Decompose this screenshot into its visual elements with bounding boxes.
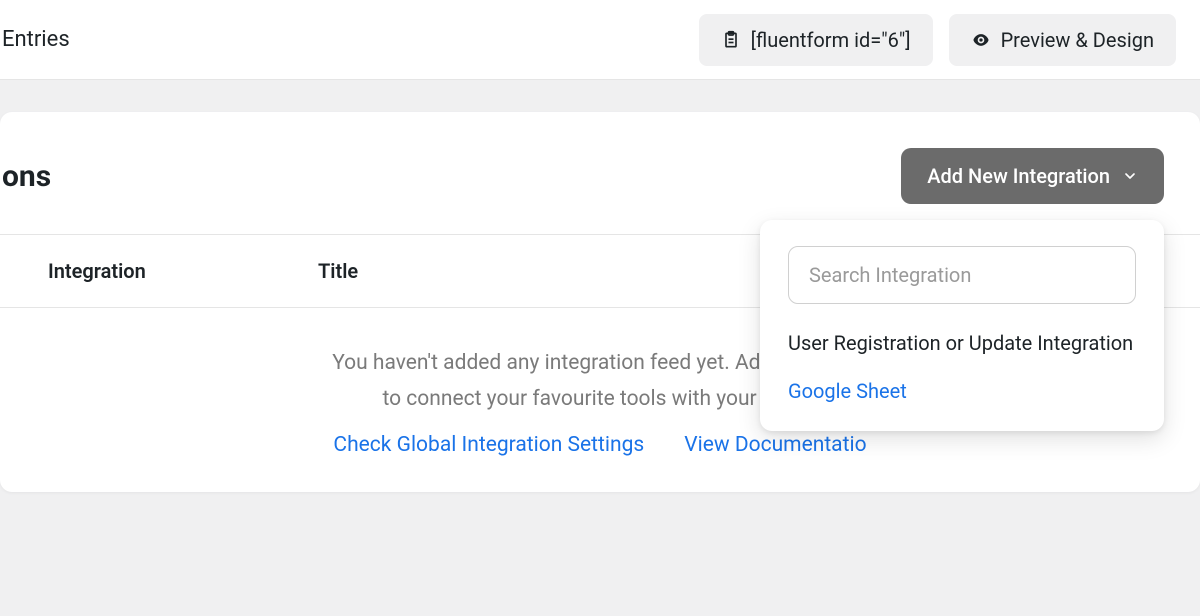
column-header-integration: Integration — [0, 259, 270, 283]
dropdown-item-google-sheet[interactable]: Google Sheet — [788, 379, 1136, 403]
preview-design-button[interactable]: Preview & Design — [949, 14, 1176, 66]
shortcode-text: [fluentform id="6"] — [751, 28, 911, 52]
add-new-integration-label: Add New Integration — [927, 164, 1110, 188]
add-new-integration-button[interactable]: Add New Integration — [901, 148, 1164, 204]
global-integration-settings-link[interactable]: Check Global Integration Settings — [333, 433, 644, 457]
view-documentation-link[interactable]: View Documentatio — [684, 433, 866, 457]
panel-header: ons Add New Integration — [0, 112, 1200, 234]
integration-dropdown: User Registration or Update Integration … — [760, 220, 1164, 431]
preview-design-label: Preview & Design — [1001, 28, 1154, 52]
dropdown-item-user-registration[interactable]: User Registration or Update Integration — [788, 328, 1136, 359]
column-header-title: Title — [270, 259, 358, 283]
empty-state-links: Check Global Integration Settings View D… — [40, 433, 1160, 457]
integrations-panel: ons Add New Integration Integration Titl… — [0, 112, 1200, 492]
spacer — [0, 80, 1200, 112]
top-bar: Entries [fluentform id="6"] Preview & De… — [0, 0, 1200, 80]
shortcode-button[interactable]: [fluentform id="6"] — [699, 14, 933, 66]
top-bar-actions: [fluentform id="6"] Preview & Design — [699, 14, 1176, 66]
chevron-down-icon — [1122, 168, 1138, 184]
page-title: ons — [0, 159, 51, 194]
search-integration-input[interactable] — [788, 246, 1136, 304]
tab-entries[interactable]: Entries — [0, 27, 70, 52]
clipboard-icon — [721, 30, 741, 50]
eye-icon — [971, 30, 991, 50]
